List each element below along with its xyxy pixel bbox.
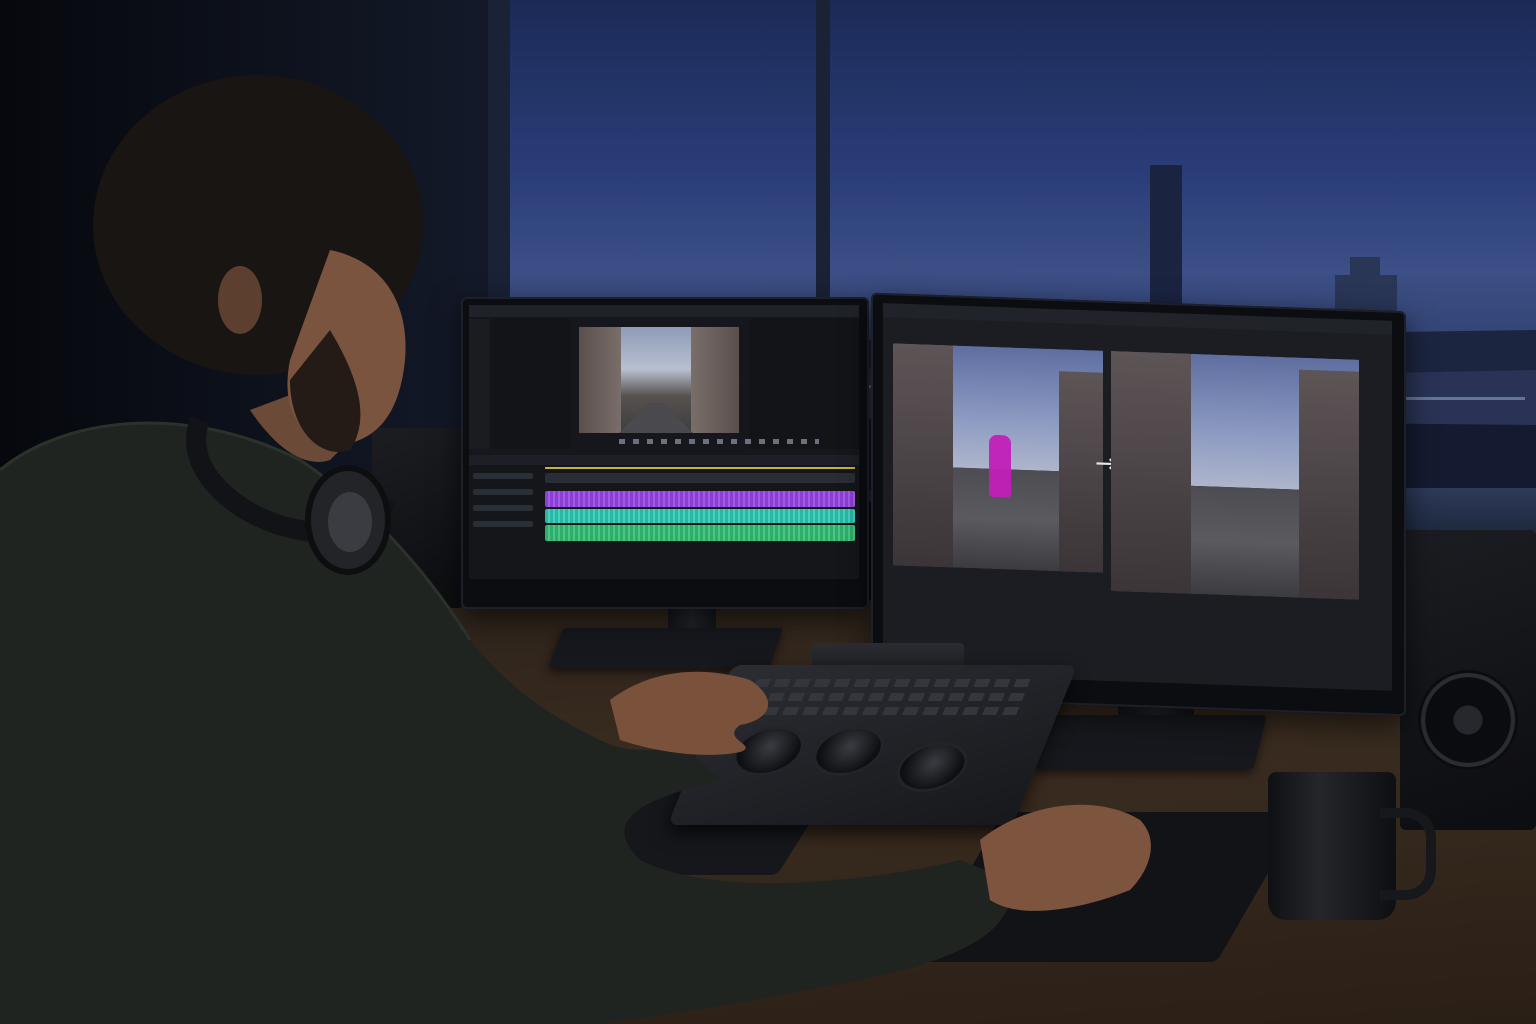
photo-scene: → [0,0,1536,1024]
editor-person [0,75,1151,1024]
